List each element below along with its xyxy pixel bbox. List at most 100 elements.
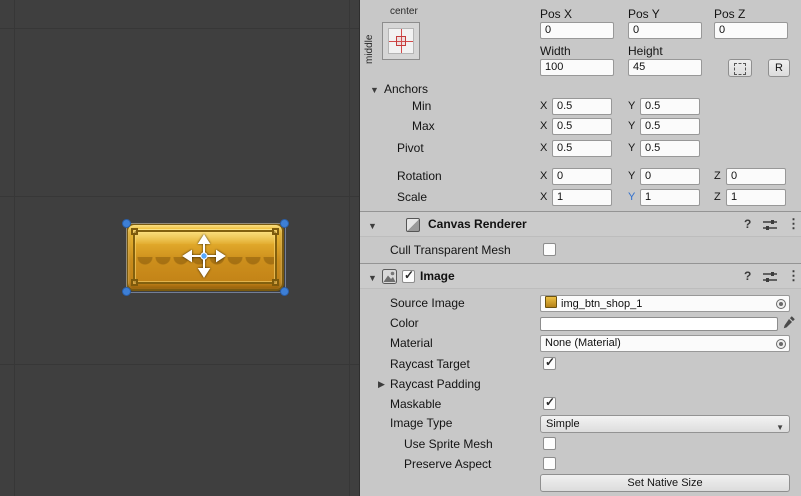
anchors-min-y-field[interactable]: 0.5	[640, 98, 700, 115]
anchors-max-y-field[interactable]: 0.5	[640, 118, 700, 135]
axis-x-label: X	[540, 120, 548, 132]
rotation-y-field[interactable]: 0	[640, 168, 700, 185]
pos-y-field[interactable]: 0	[628, 22, 702, 39]
raycast-target-checkbox[interactable]	[543, 355, 556, 370]
pos-z-field[interactable]: 0	[714, 22, 788, 39]
grid-line-horizontal	[0, 196, 360, 197]
maskable-checkbox[interactable]	[543, 395, 556, 410]
pos-z-label: Pos Z	[714, 7, 746, 21]
source-image-label: Source Image	[390, 296, 465, 310]
sprite-corner-ornament	[272, 279, 279, 286]
anchors-min-x-field[interactable]: 0.5	[552, 98, 612, 115]
anchors-label[interactable]: Anchors	[384, 81, 428, 97]
selection-handle-top-left[interactable]	[122, 219, 131, 228]
help-icon[interactable]: ?	[744, 217, 751, 231]
pivot-x-field[interactable]: 0.5	[552, 140, 612, 157]
sprite-thumbnail-icon	[545, 296, 557, 308]
rotation-x-field[interactable]: 0	[552, 168, 612, 185]
axis-z-label: Z	[714, 170, 721, 182]
sprite-corner-ornament	[131, 279, 138, 286]
image-enabled-checkbox[interactable]	[402, 268, 415, 283]
axis-y-label: Y	[628, 120, 636, 132]
sprite-corner-ornament	[131, 228, 138, 235]
source-image-field[interactable]: img_btn_shop_1	[540, 295, 790, 312]
preserve-aspect-checkbox[interactable]	[543, 457, 556, 470]
maskable-label: Maskable	[390, 397, 442, 411]
image-header[interactable]: ▼ Image ? ⋮	[360, 263, 801, 289]
grid-line-horizontal	[0, 28, 360, 29]
canvas-renderer-foldout-icon[interactable]: ▼	[368, 221, 377, 231]
pos-x-label: Pos X	[540, 7, 573, 21]
selection-handle-top-right[interactable]	[280, 219, 289, 228]
canvas-renderer-header[interactable]: ▼ Canvas Renderer ? ⋮	[360, 211, 801, 237]
scene-view[interactable]	[0, 0, 360, 496]
anchors-max-x-field[interactable]: 0.5	[552, 118, 612, 135]
selection-handle-bottom-right[interactable]	[280, 287, 289, 296]
grid-line-vertical	[14, 0, 15, 496]
material-field[interactable]: None (Material)	[540, 335, 790, 352]
width-label: Width	[540, 44, 571, 58]
image-foldout-icon[interactable]: ▼	[368, 273, 377, 283]
blueprint-mode-icon	[734, 63, 746, 75]
width-field[interactable]: 100	[540, 59, 614, 76]
color-label: Color	[390, 316, 419, 330]
anchor-vertical-label: middle	[364, 34, 375, 64]
pivot-y-field[interactable]: 0.5	[640, 140, 700, 157]
context-menu-icon[interactable]: ⋮	[787, 216, 800, 232]
axis-z-label: Z	[714, 191, 721, 203]
move-tool-gizmo-icon[interactable]	[181, 233, 227, 279]
blueprint-mode-button[interactable]	[728, 59, 752, 77]
canvas-renderer-icon	[406, 218, 420, 232]
anchor-preset-button[interactable]	[382, 22, 420, 60]
pos-y-label: Pos Y	[628, 7, 660, 21]
help-icon[interactable]: ?	[744, 269, 751, 283]
dropdown-arrow-icon: ▼	[776, 423, 784, 432]
image-title: Image	[420, 269, 455, 283]
scale-y-field[interactable]: 1	[640, 189, 700, 206]
color-field[interactable]	[540, 317, 778, 331]
height-label: Height	[628, 44, 663, 58]
canvas-renderer-title: Canvas Renderer	[428, 217, 527, 231]
scale-label: Scale	[397, 190, 428, 204]
axis-y-label: Y	[628, 170, 636, 182]
set-native-size-button[interactable]: Set Native Size	[540, 474, 790, 492]
raycast-padding-foldout-icon[interactable]: ▶	[378, 379, 385, 389]
eyedropper-icon[interactable]	[783, 315, 796, 329]
grid-line-vertical	[349, 0, 350, 496]
pos-x-field[interactable]: 0	[540, 22, 614, 39]
anchor-horizontal-label: center	[390, 6, 418, 17]
height-field[interactable]: 45	[628, 59, 702, 76]
raycast-padding-label[interactable]: Raycast Padding	[390, 376, 481, 392]
anchors-min-label: Min	[412, 99, 432, 113]
cull-transparent-mesh-checkbox[interactable]	[543, 243, 556, 256]
object-picker-icon[interactable]	[776, 299, 786, 309]
cull-transparent-mesh-label: Cull Transparent Mesh	[390, 243, 511, 257]
axis-x-label: X	[540, 100, 548, 112]
rotation-label: Rotation	[397, 169, 442, 183]
image-type-value: Simple	[546, 418, 580, 430]
anchors-foldout-icon[interactable]: ▼	[370, 85, 379, 95]
preserve-aspect-label: Preserve Aspect	[404, 457, 492, 471]
object-picker-icon[interactable]	[776, 339, 786, 349]
scale-x-field[interactable]: 1	[552, 189, 612, 206]
presets-icon[interactable]	[763, 271, 777, 283]
anchors-max-label: Max	[412, 119, 435, 133]
presets-icon[interactable]	[763, 219, 777, 231]
image-type-label: Image Type	[390, 416, 453, 430]
axis-x-label: X	[540, 170, 548, 182]
image-type-dropdown[interactable]: Simple ▼	[540, 415, 790, 433]
use-sprite-mesh-label: Use Sprite Mesh	[404, 437, 493, 451]
use-sprite-mesh-checkbox[interactable]	[543, 437, 556, 450]
rotation-z-field[interactable]: 0	[726, 168, 786, 185]
axis-x-label: X	[540, 191, 548, 203]
selection-handle-bottom-left[interactable]	[122, 287, 131, 296]
material-value: None (Material)	[545, 337, 621, 349]
raw-edit-mode-button[interactable]: R	[768, 59, 790, 77]
context-menu-icon[interactable]: ⋮	[787, 268, 800, 284]
axis-y-label: Y	[628, 100, 636, 112]
axis-y-label: Y	[628, 142, 636, 154]
axis-y-label: Y	[628, 191, 636, 203]
grid-line-horizontal	[0, 364, 360, 365]
scale-z-field[interactable]: 1	[726, 189, 786, 206]
axis-x-label: X	[540, 142, 548, 154]
